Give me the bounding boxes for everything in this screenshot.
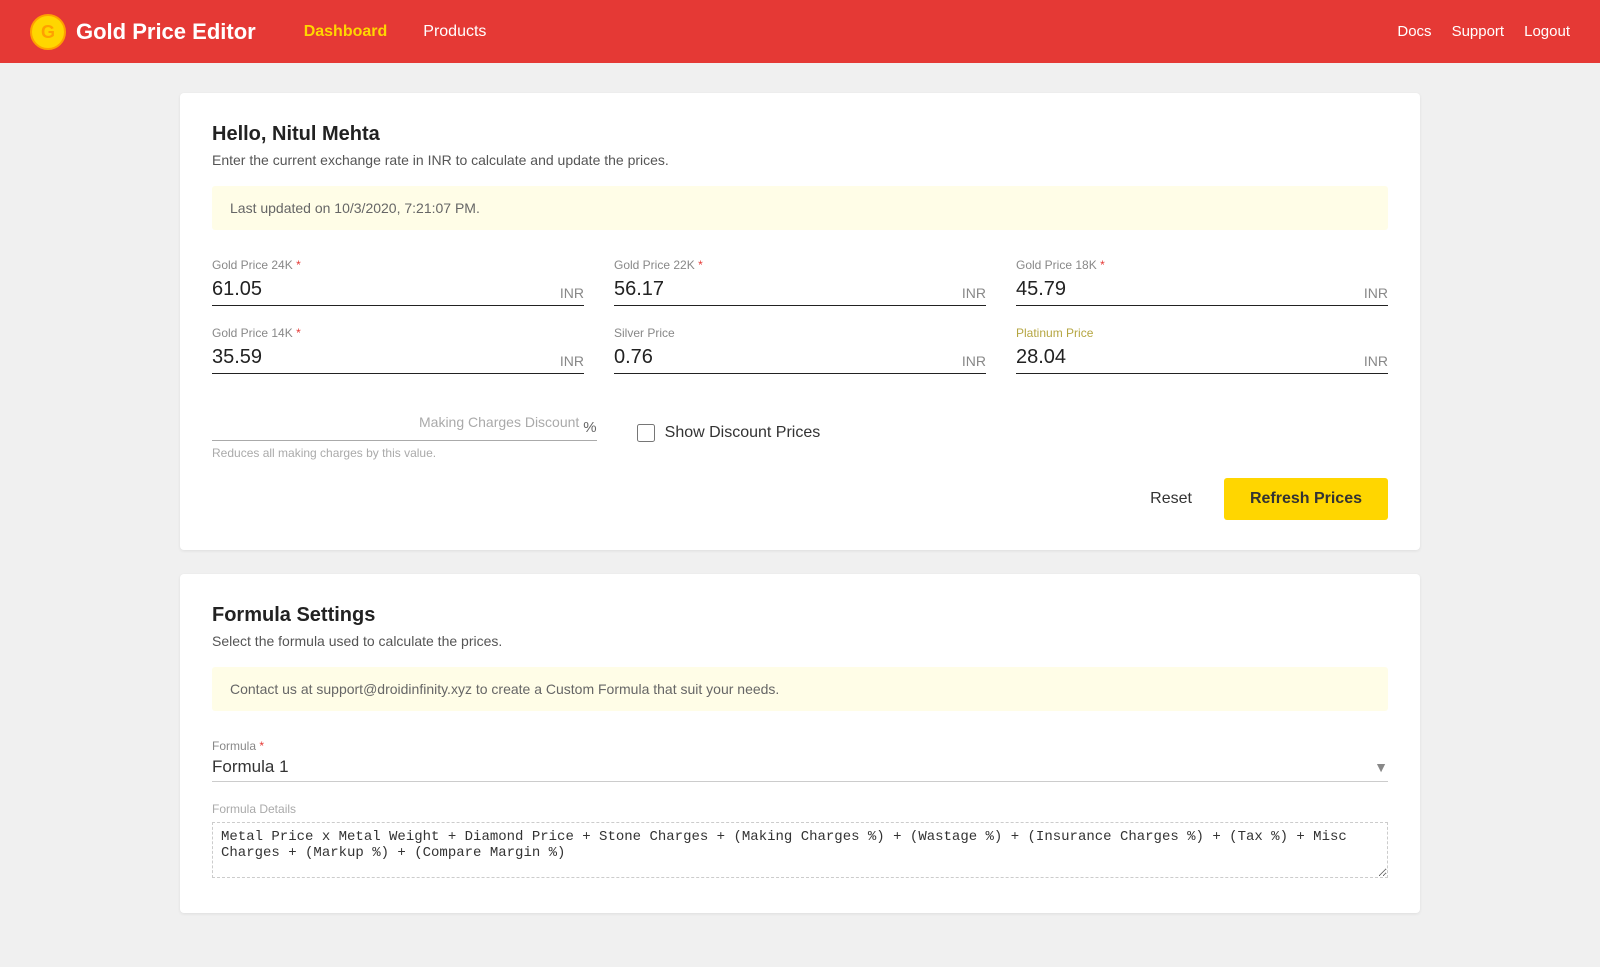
nav-dashboard[interactable]: Dashboard xyxy=(286,23,406,41)
platinum-price-field: Platinum Price INR xyxy=(1016,326,1388,374)
gold-14k-label: Gold Price 14K * xyxy=(212,326,584,340)
gold-14k-input-row: INR xyxy=(212,346,584,374)
silver-input-row: INR xyxy=(614,346,986,374)
gold-24k-currency: INR xyxy=(560,285,584,301)
making-charges-discount-input[interactable] xyxy=(212,418,419,436)
platinum-input[interactable] xyxy=(1016,346,1356,369)
gold-22k-input[interactable] xyxy=(614,278,954,301)
discount-row: Making Charges Discount % Reduces all ma… xyxy=(212,414,1388,460)
last-updated-box: Last updated on 10/3/2020, 7:21:07 PM. xyxy=(212,186,1388,230)
show-discount-label: Show Discount Prices xyxy=(665,424,821,442)
discount-field: Making Charges Discount % Reduces all ma… xyxy=(212,414,597,460)
discount-label-inline: Making Charges Discount xyxy=(419,414,579,430)
silver-price-field: Silver Price INR xyxy=(614,326,986,374)
discount-help-text: Reduces all making charges by this value… xyxy=(212,446,597,460)
platinum-price-label: Platinum Price xyxy=(1016,326,1388,340)
discount-percent-symbol: % xyxy=(583,419,596,436)
platinum-currency: INR xyxy=(1364,353,1388,369)
gold-18k-currency: INR xyxy=(1364,285,1388,301)
gold-18k-field: Gold Price 18K * INR xyxy=(1016,258,1388,306)
gold-24k-input-row: INR xyxy=(212,278,584,306)
silver-input[interactable] xyxy=(614,346,954,369)
price-editor-subtitle: Enter the current exchange rate in INR t… xyxy=(212,152,1388,168)
discount-input-row: Making Charges Discount % xyxy=(212,414,597,441)
reset-button[interactable]: Reset xyxy=(1134,480,1208,518)
navbar-brand: G Gold Price Editor xyxy=(30,14,256,50)
gold-22k-field: Gold Price 22K * INR xyxy=(614,258,986,306)
gold-18k-input[interactable] xyxy=(1016,278,1356,301)
formula-settings-title: Formula Settings xyxy=(212,604,1388,627)
formula-details-textarea[interactable]: Metal Price x Metal Weight + Diamond Pri… xyxy=(212,822,1388,878)
formula-select[interactable]: Formula 1 ▼ xyxy=(212,757,1388,782)
formula-select-value: Formula 1 xyxy=(212,757,1374,777)
navbar-nav: Dashboard Products xyxy=(286,23,1398,41)
price-editor-card: Hello, Nitul Mehta Enter the current exc… xyxy=(180,93,1420,550)
gold-24k-label: Gold Price 24K * xyxy=(212,258,584,272)
formula-settings-card: Formula Settings Select the formula used… xyxy=(180,574,1420,913)
svg-text:G: G xyxy=(41,22,55,42)
gold-14k-input[interactable] xyxy=(212,346,552,369)
silver-currency: INR xyxy=(962,353,986,369)
gold-22k-currency: INR xyxy=(962,285,986,301)
gold-14k-field: Gold Price 14K * INR xyxy=(212,326,584,374)
refresh-prices-button[interactable]: Refresh Prices xyxy=(1224,478,1388,520)
formula-select-label: Formula * xyxy=(212,739,1388,753)
navbar-title: Gold Price Editor xyxy=(76,19,256,45)
nav-docs[interactable]: Docs xyxy=(1397,23,1431,40)
show-discount-checkbox[interactable] xyxy=(637,424,655,442)
formula-info-box: Contact us at support@droidinfinity.xyz … xyxy=(212,667,1388,711)
gold-22k-input-row: INR xyxy=(614,278,986,306)
logo-icon: G xyxy=(30,14,66,50)
formula-settings-subtitle: Select the formula used to calculate the… xyxy=(212,633,1388,649)
gold-22k-label: Gold Price 22K * xyxy=(614,258,986,272)
button-row: Reset Refresh Prices xyxy=(212,478,1388,520)
gold-24k-input[interactable] xyxy=(212,278,552,301)
chevron-down-icon: ▼ xyxy=(1374,759,1388,775)
navbar: G Gold Price Editor Dashboard Products D… xyxy=(0,0,1600,63)
nav-logout[interactable]: Logout xyxy=(1524,23,1570,40)
gold-14k-currency: INR xyxy=(560,353,584,369)
show-discount-row: Show Discount Prices xyxy=(637,424,821,442)
nav-support[interactable]: Support xyxy=(1452,23,1505,40)
platinum-input-row: INR xyxy=(1016,346,1388,374)
gold-24k-field: Gold Price 24K * INR xyxy=(212,258,584,306)
gold-18k-label: Gold Price 18K * xyxy=(1016,258,1388,272)
formula-details-label: Formula Details xyxy=(212,802,1388,816)
navbar-right: Docs Support Logout xyxy=(1397,23,1570,40)
gold-18k-input-row: INR xyxy=(1016,278,1388,306)
main-content: Hello, Nitul Mehta Enter the current exc… xyxy=(0,63,1600,967)
silver-price-label: Silver Price xyxy=(614,326,986,340)
price-editor-greeting: Hello, Nitul Mehta xyxy=(212,123,1388,146)
price-grid: Gold Price 24K * INR Gold Price 22K * IN… xyxy=(212,258,1388,394)
nav-products[interactable]: Products xyxy=(405,23,504,41)
